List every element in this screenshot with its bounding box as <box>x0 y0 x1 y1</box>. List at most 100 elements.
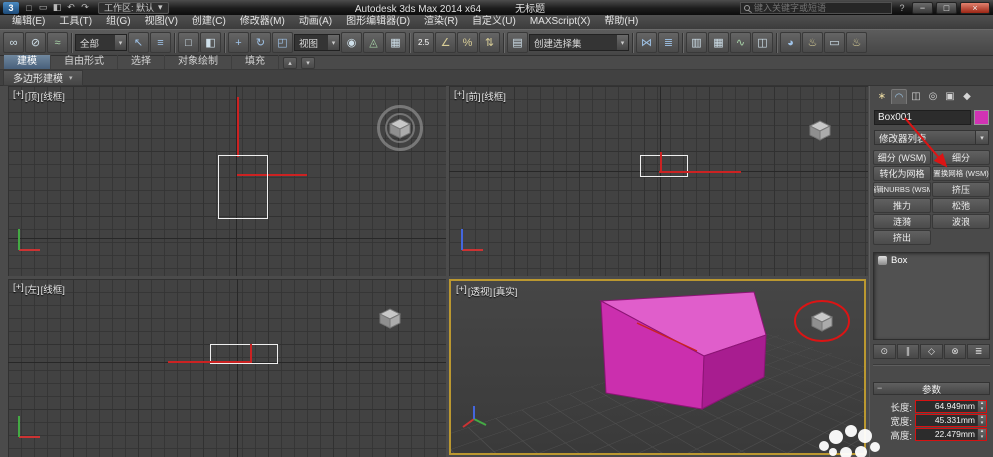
workspace-dropdown[interactable]: 工作区: 默认 ▾ <box>98 1 169 14</box>
mirror-icon[interactable]: ⋈ <box>636 32 657 53</box>
mod-btn-squeeze[interactable]: 挤压 <box>932 182 990 197</box>
viewport-menu-shading[interactable]: [真实] <box>493 284 517 298</box>
render-production-icon[interactable]: ♨ <box>846 32 867 53</box>
undo-icon[interactable]: ↶ <box>64 2 78 14</box>
mod-btn-ripple[interactable]: 涟漪 <box>873 214 931 229</box>
remove-modifier-icon[interactable]: ⊗ <box>943 344 967 359</box>
angle-snap-icon[interactable]: ∠ <box>435 32 456 53</box>
ribbon-minimize-icon[interactable]: ▴ <box>283 56 297 69</box>
viewport-menu-shading[interactable]: [线框] <box>41 282 65 296</box>
viewport-menu-general[interactable]: [+] <box>454 89 465 103</box>
select-and-manipulate-icon[interactable]: ◬ <box>363 32 384 53</box>
named-selection-sets-icon[interactable]: ▤ <box>507 32 528 53</box>
viewcube-icon[interactable] <box>377 306 403 330</box>
schematic-view-icon[interactable]: ◫ <box>752 32 773 53</box>
search-input[interactable] <box>754 2 888 13</box>
minimize-button[interactable]: − <box>912 1 933 14</box>
window-crossing-icon[interactable]: ◧ <box>200 32 221 53</box>
viewport-menu-general[interactable]: [+] <box>456 284 467 298</box>
viewport-top[interactable]: [+] [顶] [线框] <box>8 86 446 276</box>
viewport-menu-shading[interactable]: [线框] <box>482 89 506 103</box>
viewport-menu-shading[interactable]: [线框] <box>41 89 65 103</box>
ribbon-toggle-icon[interactable]: ▦ <box>708 32 729 53</box>
menu-item-modifiers[interactable]: 修改器(M) <box>233 15 292 29</box>
rendered-frame-window-icon[interactable]: ▭ <box>824 32 845 53</box>
infocenter-search[interactable] <box>740 1 892 14</box>
box-object[interactable] <box>451 281 864 453</box>
viewport-menu-pov[interactable]: [透视] <box>468 284 492 298</box>
mod-btn-subdivide-wsm[interactable]: 细分 (WSM) <box>873 150 931 165</box>
render-setup-icon[interactable]: ♨ <box>802 32 823 53</box>
height-spinner[interactable]: 22.479mm ▴ ▾ <box>915 428 987 441</box>
viewport-front[interactable]: [+] [前] [线框] <box>449 86 868 276</box>
save-file-icon[interactable]: ◧ <box>50 2 64 14</box>
spinner-arrows[interactable]: ▴ ▾ <box>977 401 986 412</box>
modifier-stack[interactable]: Box <box>873 252 990 340</box>
maximize-button[interactable]: □ <box>936 1 957 14</box>
length-spinner[interactable]: 64.949mm ▴ ▾ <box>915 400 987 413</box>
tab-modeling[interactable]: 建模 <box>4 55 51 69</box>
tab-object-paint[interactable]: 对象绘制 <box>165 55 232 69</box>
spinner-snap-icon[interactable]: ⇅ <box>479 32 500 53</box>
object-color-swatch[interactable] <box>974 110 989 125</box>
width-value[interactable]: 45.331mm <box>916 415 977 426</box>
object-name-field[interactable] <box>874 110 971 125</box>
polygon-modeling-panel[interactable]: 多边形建模 ▾ <box>3 69 83 86</box>
menu-item-rendering[interactable]: 渲染(R) <box>417 15 465 29</box>
rectangular-selection-region-icon[interactable]: □ <box>178 32 199 53</box>
selection-filter-dropdown[interactable]: 全部 ▾ <box>75 34 127 51</box>
select-by-name-icon[interactable]: ≡ <box>150 32 171 53</box>
viewport-menu-pov[interactable]: [左] <box>25 282 40 296</box>
keyboard-override-icon[interactable]: ▦ <box>385 32 406 53</box>
spinner-arrows[interactable]: ▴ ▾ <box>977 429 986 440</box>
select-and-scale-icon[interactable]: ◰ <box>272 32 293 53</box>
snaps-toggle-icon[interactable]: 2.5 <box>413 32 434 53</box>
named-selection-sets-dropdown[interactable]: 创建选择集 ▾ <box>529 34 629 51</box>
menu-item-maxscript[interactable]: MAXScript(X) <box>523 15 598 29</box>
parameters-rollout-header[interactable]: − 参数 <box>873 382 990 396</box>
select-and-move-icon[interactable]: + <box>228 32 249 53</box>
mod-btn-turn-to-mesh[interactable]: 转化为网格 <box>873 166 931 181</box>
tab-selection[interactable]: 选择 <box>118 55 165 69</box>
tab-populate[interactable]: 填充 <box>232 55 279 69</box>
viewport-menu-general[interactable]: [+] <box>13 282 24 296</box>
hierarchy-tab-icon[interactable]: ◫ <box>908 89 924 104</box>
viewcube-icon[interactable] <box>809 309 835 333</box>
new-scene-icon[interactable]: □ <box>22 2 36 14</box>
menu-item-edit[interactable]: 编辑(E) <box>5 15 52 29</box>
make-unique-icon[interactable]: ◇ <box>920 344 943 359</box>
viewcube-icon[interactable] <box>807 118 833 142</box>
mod-btn-relax[interactable]: 松弛 <box>932 198 990 213</box>
menu-item-help[interactable]: 帮助(H) <box>597 15 645 29</box>
open-file-icon[interactable]: ▭ <box>36 2 50 14</box>
close-button[interactable]: × <box>960 1 990 14</box>
mod-btn-displace-mesh[interactable]: 置换网格 (WSM) <box>932 166 990 181</box>
utilities-tab-icon[interactable]: ◆ <box>959 89 975 104</box>
curve-editor-icon[interactable]: ∿ <box>730 32 751 53</box>
height-value[interactable]: 22.479mm <box>916 429 977 440</box>
box-wireframe[interactable] <box>640 155 688 177</box>
box-wireframe[interactable] <box>218 155 268 219</box>
display-tab-icon[interactable]: ▣ <box>942 89 958 104</box>
viewcube-icon[interactable] <box>387 116 413 140</box>
menu-item-animation[interactable]: 动画(A) <box>292 15 339 29</box>
viewport-perspective-active[interactable]: [+] [透视] [真实] <box>449 279 866 455</box>
reference-coordinate-dropdown[interactable]: 视图 ▾ <box>294 34 340 51</box>
viewport-menu-pov[interactable]: [前] <box>466 89 481 103</box>
ribbon-options-icon[interactable]: ▾ <box>301 56 315 69</box>
length-value[interactable]: 64.949mm <box>916 401 977 412</box>
motion-tab-icon[interactable]: ◎ <box>925 89 941 104</box>
align-icon[interactable]: ≣ <box>658 32 679 53</box>
menu-item-tools[interactable]: 工具(T) <box>52 15 99 29</box>
menu-item-customize[interactable]: 自定义(U) <box>465 15 523 29</box>
menu-item-create[interactable]: 创建(C) <box>185 15 233 29</box>
show-end-result-icon[interactable]: ∥ <box>896 344 920 359</box>
select-and-link-icon[interactable]: ∞ <box>3 32 24 53</box>
mod-btn-extrude[interactable]: 挤出 <box>873 230 931 245</box>
width-spinner[interactable]: 45.331mm ▴ ▾ <box>915 414 987 427</box>
select-object-icon[interactable]: ↖ <box>128 32 149 53</box>
bind-to-spacewarp-icon[interactable]: ≈ <box>47 32 68 53</box>
mod-btn-push[interactable]: 推力 <box>873 198 931 213</box>
app-logo-icon[interactable]: 3 <box>3 1 19 14</box>
use-pivot-center-icon[interactable]: ◉ <box>341 32 362 53</box>
